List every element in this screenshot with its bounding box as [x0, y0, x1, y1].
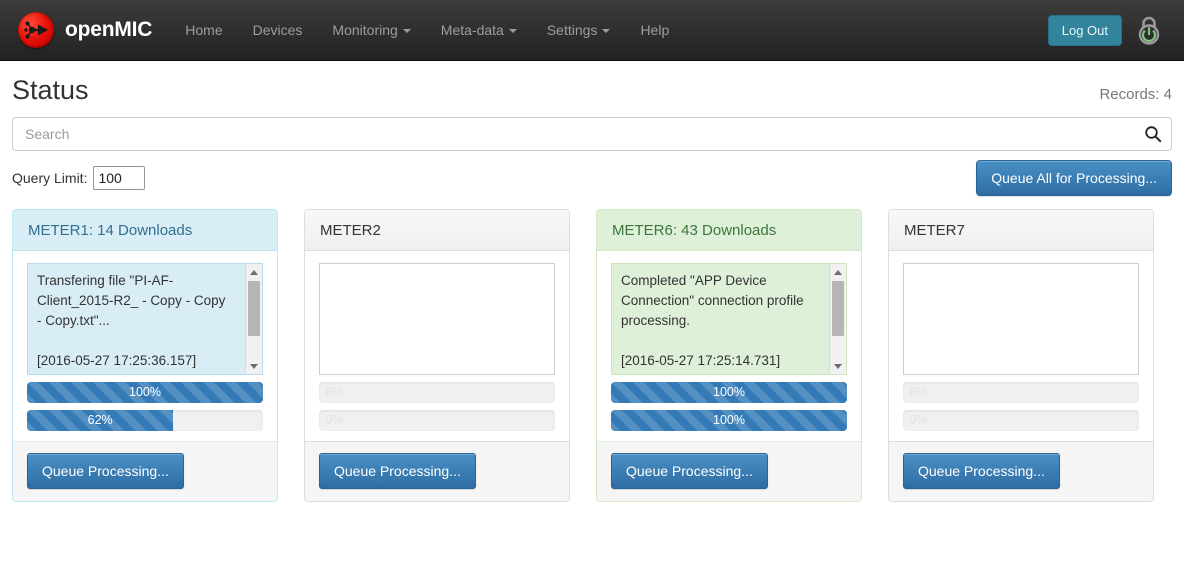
status-log-text: Completed "APP Device Connection" connec… [621, 273, 804, 368]
search-icon[interactable] [1144, 125, 1162, 143]
queue-all-for-processing-button[interactable]: Queue All for Processing... [976, 160, 1172, 196]
progress-bar-fill: 0% [325, 413, 344, 427]
queue-processing-button[interactable]: Queue Processing... [319, 453, 476, 489]
search-input[interactable] [12, 117, 1172, 151]
brand-label: openMIC [65, 18, 153, 41]
nav-item-meta-data[interactable]: Meta-data [426, 0, 532, 61]
progress-bar-fill: 100% [611, 382, 847, 403]
meter-card-body: 0% 0% [305, 251, 569, 441]
progress-bar-container: 62% [27, 410, 263, 431]
scrollbar-thumb[interactable] [832, 281, 844, 336]
nav-item-home[interactable]: Home [170, 0, 237, 61]
status-log-box[interactable] [319, 263, 555, 375]
nav-item-home-label: Home [185, 21, 223, 38]
progress-bar-fill: 100% [27, 382, 263, 403]
progress-bar-fill: 100% [611, 410, 847, 431]
meter-card-list: METER1: 14 Downloads Transfering file "PI… [12, 209, 1172, 502]
nav-item-settings[interactable]: Settings [532, 0, 626, 61]
meter-card-footer: Queue Processing... [597, 441, 861, 501]
progress-bar-fill: 0% [325, 385, 344, 399]
scroll-down-icon[interactable] [830, 358, 846, 374]
nav-item-devices-label: Devices [252, 21, 303, 38]
status-log-box[interactable]: Transfering file "PI-AF-Client_2015-R2_ … [27, 263, 263, 375]
scroll-up-icon[interactable] [246, 264, 262, 280]
status-log-box[interactable]: Completed "APP Device Connection" connec… [611, 263, 847, 375]
scrollbar-track[interactable] [246, 280, 262, 358]
progress-bar-fill: 0% [909, 413, 928, 427]
progress-bar-container: 100% [27, 382, 263, 403]
nav-item-settings-label: Settings [546, 21, 598, 38]
progress-bar-fill: 0% [909, 385, 928, 399]
queue-processing-button[interactable]: Queue Processing... [27, 453, 184, 489]
scroll-down-icon[interactable] [246, 358, 262, 374]
meter-card-footer: Queue Processing... [13, 441, 277, 501]
navbar-right-group: Log Out [1047, 12, 1170, 48]
query-limit-group: Query Limit: [12, 166, 146, 190]
meter-card: METER1: 14 Downloads Transfering file "PI… [12, 209, 278, 502]
nav-item-monitoring[interactable]: Monitoring [317, 0, 425, 61]
query-limit-label: Query Limit: [12, 170, 88, 186]
nav-item-meta-data-label: Meta-data [440, 21, 504, 38]
meter-card-title: METER6: 43 Downloads [597, 210, 861, 251]
meter-card: METER6: 43 Downloads Completed "APP Devic… [596, 209, 862, 502]
log-scrollbar[interactable] [829, 264, 846, 374]
meter-card-body: Completed "APP Device Connection" connec… [597, 251, 861, 441]
status-log-text: Transfering file "PI-AF-Client_2015-R2_ … [37, 273, 226, 368]
openmic-logo-icon [18, 12, 54, 48]
query-row: Query Limit: Queue All for Processing... [12, 160, 1172, 196]
progress-bar-fill: 62% [27, 410, 174, 431]
meter-card: METER7 0% 0% Queue Processing... [888, 209, 1154, 502]
page-header: Status Records: 4 [0, 61, 1184, 107]
queue-processing-button[interactable]: Queue Processing... [611, 453, 768, 489]
log-scrollbar[interactable] [245, 264, 262, 374]
progress-bar-container: 100% [611, 410, 847, 431]
meter-card-title: METER1: 14 Downloads [13, 210, 277, 251]
nav-item-help-label: Help [640, 21, 670, 38]
top-navbar: openMIC Home Devices Monitoring Meta-dat… [0, 0, 1184, 61]
chevron-down-icon [402, 28, 411, 33]
nav-item-devices[interactable]: Devices [238, 0, 318, 61]
brand[interactable]: openMIC [14, 0, 152, 60]
progress-bar-container: 0% [903, 382, 1139, 403]
nav-links: Home Devices Monitoring Meta-data Settin… [170, 0, 684, 60]
progress-bar-container: 0% [319, 382, 555, 403]
chevron-down-icon [602, 28, 611, 33]
page-title: Status [12, 75, 89, 105]
meter-card-body: 0% 0% [889, 251, 1153, 441]
progress-bar-container: 0% [903, 410, 1139, 431]
scroll-up-icon[interactable] [830, 264, 846, 280]
meter-card-title: METER7 [889, 210, 1153, 251]
nav-item-help[interactable]: Help [625, 0, 684, 61]
scrollbar-track[interactable] [830, 280, 846, 358]
lock-power-icon[interactable] [1134, 12, 1164, 48]
meter-card-title: METER2 [305, 210, 569, 251]
scrollbar-thumb[interactable] [248, 281, 260, 336]
meter-card-footer: Queue Processing... [305, 441, 569, 501]
log-out-button[interactable]: Log Out [1047, 14, 1122, 46]
nav-item-monitoring-label: Monitoring [332, 21, 398, 38]
status-log-box[interactable] [903, 263, 1139, 375]
meter-card-body: Transfering file "PI-AF-Client_2015-R2_ … [13, 251, 277, 441]
query-limit-input[interactable] [93, 166, 146, 190]
meter-card: METER2 0% 0% Queue Processing... [304, 209, 570, 502]
meter-card-footer: Queue Processing... [889, 441, 1153, 501]
records-count: Records: 4 [1099, 86, 1172, 103]
progress-bar-container: 100% [611, 382, 847, 403]
chevron-down-icon [508, 28, 517, 33]
progress-bar-container: 0% [319, 410, 555, 431]
queue-processing-button[interactable]: Queue Processing... [903, 453, 1060, 489]
search-bar [12, 117, 1172, 151]
